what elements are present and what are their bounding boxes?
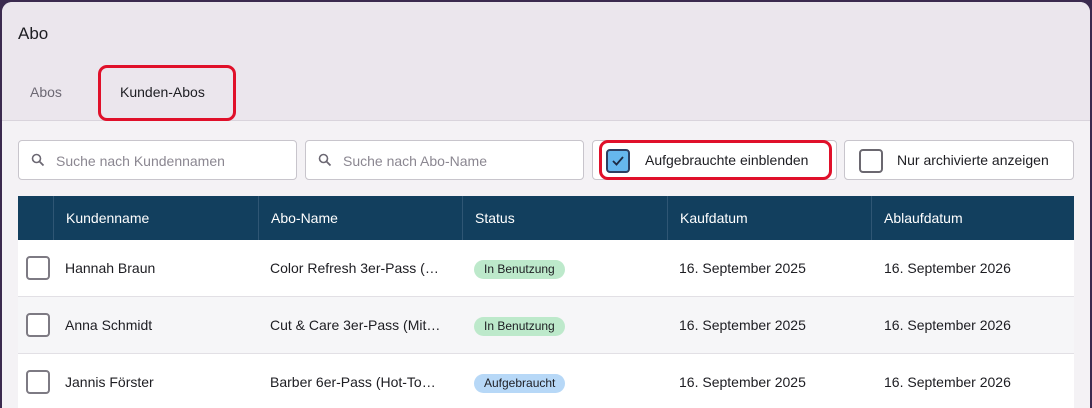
row-checkbox[interactable] — [26, 256, 50, 280]
app-window: Abo Abos Kunden-Abos Suche nach Kundenna… — [2, 2, 1090, 408]
col-status[interactable]: Status — [462, 196, 667, 240]
row-checkbox[interactable] — [26, 313, 50, 337]
cell-purchased: 16. September 2025 — [679, 317, 806, 333]
search-icon — [31, 153, 45, 167]
cell-customer: Anna Schmidt — [65, 317, 153, 333]
page-title: Abo — [18, 24, 49, 43]
cell-abo: Cut & Care 3er-Pass (Mit… — [270, 317, 441, 333]
cell-purchased: 16. September 2025 — [679, 374, 806, 390]
cell-expires: 16. September 2026 — [884, 374, 1011, 390]
col-kundenname[interactable]: Kundenname — [53, 196, 258, 240]
tab-abos[interactable]: Abos — [30, 84, 62, 100]
cell-expires: 16. September 2026 — [884, 317, 1011, 333]
customer-search-placeholder: Suche nach Kundennamen — [56, 153, 225, 169]
cell-purchased: 16. September 2025 — [679, 260, 806, 276]
cell-abo: Color Refresh 3er-Pass (… — [270, 260, 439, 276]
archived-only-checkbox[interactable]: Nur archivierte anzeigen — [844, 140, 1074, 180]
abo-search-input[interactable]: Suche nach Abo-Name — [305, 140, 584, 180]
row-checkbox[interactable] — [26, 370, 50, 394]
highlight-checkbox — [599, 140, 832, 180]
checkbox-unchecked[interactable] — [859, 149, 883, 173]
cell-customer: Jannis Förster — [65, 374, 154, 390]
col-kaufdatum[interactable]: Kaufdatum — [667, 196, 871, 240]
col-abo-name[interactable]: Abo-Name — [258, 196, 462, 240]
table-header: Kundenname Abo-Name Status Kaufdatum Abl… — [18, 196, 1074, 240]
subscriptions-table: Kundenname Abo-Name Status Kaufdatum Abl… — [18, 196, 1074, 408]
cell-expires: 16. September 2026 — [884, 260, 1011, 276]
cell-abo: Barber 6er-Pass (Hot-To… — [270, 374, 436, 390]
archived-only-label: Nur archivierte anzeigen — [897, 152, 1049, 168]
cell-customer: Hannah Braun — [65, 260, 156, 276]
table-row[interactable]: Anna Schmidt Cut & Care 3er-Pass (Mit… I… — [18, 297, 1074, 354]
search-icon — [318, 153, 332, 167]
status-badge: Aufgebraucht — [474, 374, 566, 393]
highlight-tab — [98, 65, 236, 121]
status-badge: In Benutzung — [474, 260, 565, 279]
col-ablaufdatum[interactable]: Ablaufdatum — [871, 196, 1074, 240]
customer-search-input[interactable]: Suche nach Kundennamen — [18, 140, 297, 180]
table-row[interactable]: Jannis Förster Barber 6er-Pass (Hot-To… … — [18, 354, 1074, 408]
table-row[interactable]: Hannah Braun Color Refresh 3er-Pass (… I… — [18, 240, 1074, 297]
status-badge: In Benutzung — [474, 317, 565, 336]
abo-search-placeholder: Suche nach Abo-Name — [343, 153, 487, 169]
